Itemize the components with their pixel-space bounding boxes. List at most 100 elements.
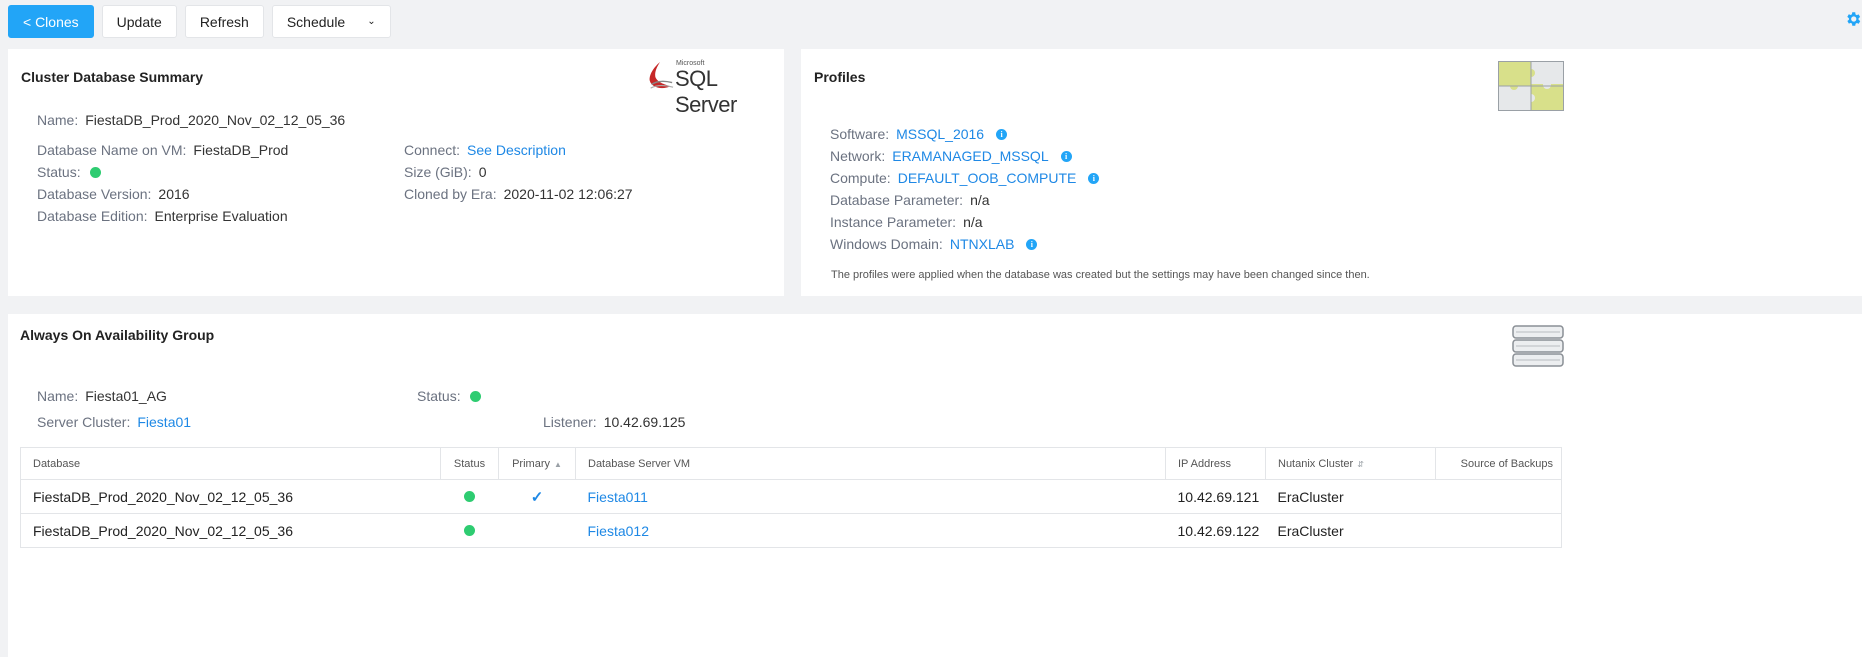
row-primary-cell: ✓ [498, 479, 576, 514]
row-source [1435, 513, 1562, 548]
row-source [1435, 479, 1562, 514]
software-link[interactable]: MSSQL_2016 [896, 126, 984, 142]
db-parameter-label: Database Parameter: [830, 192, 964, 208]
column-header-ip[interactable]: IP Address [1165, 447, 1266, 480]
row-status-cell [440, 513, 499, 548]
server-cluster-label: Server Cluster: [37, 414, 131, 430]
ag-name-value: Fiesta01_AG [85, 388, 167, 404]
status-ok-icon [89, 166, 101, 178]
schedule-dropdown-button[interactable]: Schedule ⌄ [271, 5, 391, 38]
windows-domain-label: Windows Domain: [830, 236, 943, 252]
sort-icon[interactable]: ⇵ [1357, 460, 1364, 469]
table-row: FiestaDB_Prod_2020_Nov_02_12_05_36 ✓ Fie… [20, 479, 1562, 514]
chevron-down-icon: ⌄ [367, 16, 376, 27]
server-cluster-row: Server Cluster: Fiesta01 [37, 414, 191, 430]
sort-icon[interactable]: ▲ [554, 460, 562, 469]
compute-row: Compute: DEFAULT_OOB_COMPUTE i [830, 170, 1100, 186]
db-parameter-value: n/a [970, 192, 990, 208]
status-ok-icon [464, 524, 475, 536]
row-ip: 10.42.69.122 [1165, 513, 1266, 548]
row-status-cell [440, 479, 499, 514]
info-icon[interactable]: i [1088, 172, 1100, 184]
status-ok-icon [469, 390, 481, 402]
db-name-row: Database Name on VM: FiestaDB_Prod [37, 142, 288, 158]
row-vm: Fiesta011 [575, 479, 1166, 514]
connect-label: Connect: [404, 142, 461, 158]
profiles-card: Profiles Software: MSSQL_2016 i Network:… [801, 49, 1862, 296]
windows-domain-row: Windows Domain: NTNXLAB i [830, 236, 1038, 252]
ag-title: Always On Availability Group [20, 327, 215, 343]
ag-status-label: Status: [417, 388, 461, 404]
summary-name-row: Name: FiestaDB_Prod_2020_Nov_02_12_05_36 [37, 112, 345, 128]
connect-row: Connect: See Description [404, 142, 566, 158]
windows-domain-link[interactable]: NTNXLAB [950, 236, 1015, 252]
column-header-nutanix-cluster[interactable]: Nutanix Cluster ⇵ [1265, 447, 1436, 480]
nutanix-cluster-header-label: Nutanix Cluster [1278, 457, 1354, 470]
db-name-value: FiestaDB_Prod [193, 142, 289, 158]
edition-label: Database Edition: [37, 208, 148, 224]
row-primary-cell [498, 513, 576, 548]
name-value: FiestaDB_Prod_2020_Nov_02_12_05_36 [85, 112, 346, 128]
profiles-note: The profiles were applied when the datab… [831, 269, 1370, 281]
edition-row: Database Edition: Enterprise Evaluation [37, 208, 288, 224]
column-header-source-of-backups[interactable]: Source of Backups [1435, 447, 1562, 480]
refresh-button[interactable]: Refresh [184, 5, 264, 38]
check-icon: ✓ [530, 488, 544, 506]
size-row: Size (GiB): 0 [404, 164, 486, 180]
version-label: Database Version: [37, 186, 152, 202]
row-vm: Fiesta012 [575, 513, 1166, 548]
info-icon[interactable]: i [1060, 150, 1072, 162]
row-ip: 10.42.69.121 [1165, 479, 1266, 514]
availability-group-table: Database Status Primary ▲ Database Server… [20, 447, 1562, 548]
cloned-row: Cloned by Era: 2020-11-02 12:06:27 [404, 186, 633, 202]
name-label: Name: [37, 112, 79, 128]
column-header-status[interactable]: Status [440, 447, 499, 480]
version-value: 2016 [158, 186, 190, 202]
network-label: Network: [830, 148, 886, 164]
ag-status-row: Status: [417, 388, 481, 404]
compute-link[interactable]: DEFAULT_OOB_COMPUTE [898, 170, 1077, 186]
row-cluster: EraCluster [1265, 513, 1436, 548]
sql-server-logo: Microsoft SQL Server [646, 57, 772, 117]
summary-title: Cluster Database Summary [21, 69, 204, 85]
cluster-database-summary-card: Cluster Database Summary Microsoft SQL S… [8, 49, 784, 296]
vm-link[interactable]: Fiesta012 [588, 523, 649, 539]
status-label: Status: [37, 164, 81, 180]
sql-server-emblem-icon [649, 62, 674, 89]
size-label: Size (GiB): [404, 164, 472, 180]
listener-row: Listener: 10.42.69.125 [543, 414, 685, 430]
db-name-label: Database Name on VM: [37, 142, 187, 158]
back-to-clones-button[interactable]: < Clones [8, 5, 94, 38]
info-icon[interactable]: i [996, 128, 1008, 140]
edition-value: Enterprise Evaluation [154, 208, 288, 224]
instance-parameter-label: Instance Parameter: [830, 214, 957, 230]
network-row: Network: ERAMANAGED_MSSQL i [830, 148, 1072, 164]
listener-label: Listener: [543, 414, 597, 430]
ag-name-row: Name: Fiesta01_AG [37, 388, 167, 404]
settings-gear-icon[interactable] [1844, 10, 1862, 28]
table-header-row: Database Status Primary ▲ Database Server… [20, 447, 1562, 480]
instance-parameter-value: n/a [963, 214, 983, 230]
vm-link[interactable]: Fiesta011 [588, 489, 648, 505]
status-row: Status: [37, 164, 101, 180]
listener-value: 10.42.69.125 [603, 414, 686, 430]
size-value: 0 [478, 164, 487, 180]
update-button[interactable]: Update [101, 5, 177, 38]
server-stack-icon [1512, 325, 1564, 367]
see-description-link[interactable]: See Description [467, 142, 566, 158]
software-row: Software: MSSQL_2016 i [830, 126, 1008, 142]
ag-name-label: Name: [37, 388, 79, 404]
info-icon[interactable]: i [1026, 238, 1038, 250]
db-parameter-row: Database Parameter: n/a [830, 192, 990, 208]
primary-header-label: Primary [512, 457, 550, 470]
profiles-title: Profiles [814, 69, 866, 85]
network-link[interactable]: ERAMANAGED_MSSQL [892, 148, 1048, 164]
cloned-label: Cloned by Era: [404, 186, 497, 202]
column-header-vm[interactable]: Database Server VM [575, 447, 1166, 480]
column-header-primary[interactable]: Primary ▲ [498, 447, 576, 480]
row-database: FiestaDB_Prod_2020_Nov_02_12_05_36 [20, 513, 441, 548]
version-row: Database Version: 2016 [37, 186, 190, 202]
server-cluster-link[interactable]: Fiesta01 [137, 414, 191, 430]
status-ok-icon [464, 490, 475, 502]
column-header-database[interactable]: Database [20, 447, 441, 480]
